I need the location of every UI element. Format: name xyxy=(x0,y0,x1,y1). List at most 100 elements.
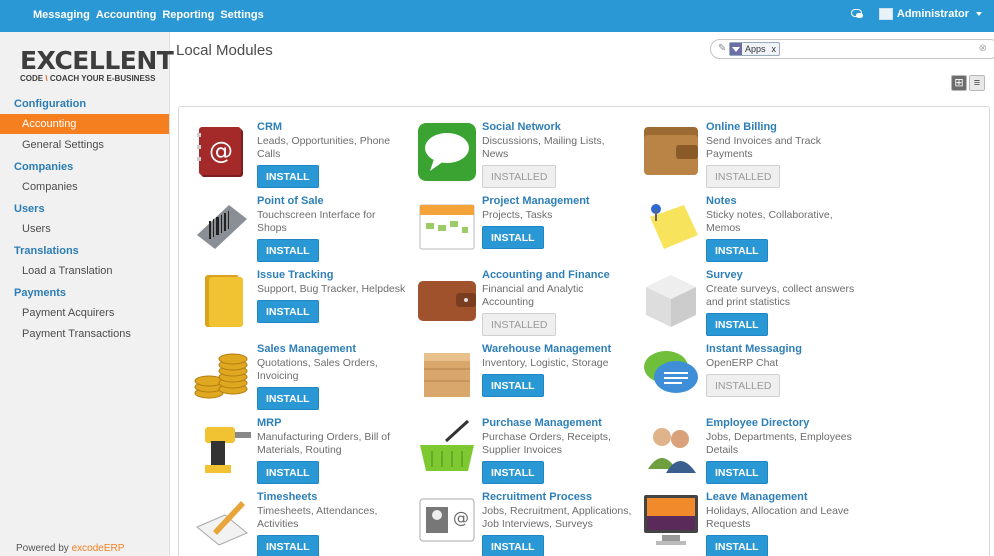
chat-icon[interactable] xyxy=(850,8,865,20)
section-users: Users xyxy=(14,203,45,215)
top-navbar: Messaging Accounting Reporting Settings … xyxy=(0,0,994,32)
installed-badge: INSTALLED xyxy=(482,165,557,188)
install-button[interactable]: INSTALL xyxy=(482,535,544,556)
clear-search-icon[interactable]: ⊗ xyxy=(979,43,987,54)
section-translations: Translations xyxy=(14,245,79,257)
sidebar-item-general-settings[interactable]: General Settings xyxy=(0,135,169,155)
module-name[interactable]: Timesheets xyxy=(257,491,317,503)
install-button[interactable]: INSTALL xyxy=(706,239,768,262)
facet-value: Apps xyxy=(745,44,766,54)
module-name[interactable]: Recruitment Process xyxy=(482,491,592,503)
wallet-icon xyxy=(640,121,702,183)
svg-text:@: @ xyxy=(453,508,469,527)
coins-icon xyxy=(191,343,253,405)
calendar-icon xyxy=(416,195,478,257)
module-card[interactable]: Notes Sticky notes, Collaborative, Memos I… xyxy=(640,195,860,265)
module-name[interactable]: Online Billing xyxy=(706,121,777,133)
module-card[interactable]: Employee Directory Jobs, Departments, Emp… xyxy=(640,417,860,487)
powered-by-link[interactable]: excodeERP xyxy=(72,543,125,554)
module-name[interactable]: MRP xyxy=(257,417,281,429)
module-name[interactable]: Issue Tracking xyxy=(257,269,333,281)
sidebar-item-accounting[interactable]: Accounting xyxy=(0,114,169,134)
module-description: Leads, Opportunities, Phone Calls xyxy=(257,135,391,160)
module-name[interactable]: Sales Management xyxy=(257,343,356,355)
sidebar-item-load-translation[interactable]: Load a Translation xyxy=(0,261,169,281)
logo-sub: CODE \ COACH YOUR E-BUSINESS xyxy=(20,74,156,83)
sidebar-nav: Configuration Accounting General Setting… xyxy=(0,92,169,345)
module-card[interactable]: Survey Create surveys, collect answers an… xyxy=(640,269,860,339)
module-card[interactable]: Point of Sale Touchscreen Interface for S… xyxy=(191,195,411,265)
list-view-icon[interactable]: ≡ xyxy=(969,75,985,91)
menu-messaging[interactable]: Messaging xyxy=(33,9,90,21)
search-options-icon[interactable]: ✎ xyxy=(718,44,726,54)
section-configuration: Configuration xyxy=(14,98,87,110)
install-button[interactable]: INSTALL xyxy=(257,461,319,484)
module-card[interactable]: Online Billing Send Invoices and Track Pa… xyxy=(640,121,860,191)
module-card[interactable]: Instant Messaging OpenERP Chat INSTALLED xyxy=(640,343,860,413)
module-name[interactable]: Accounting and Finance xyxy=(482,269,610,281)
module-description: Timesheets, Attendances, Activities xyxy=(257,505,378,530)
module-card[interactable]: Warehouse Management Inventory, Logistic,… xyxy=(416,343,636,413)
install-button[interactable]: INSTALL xyxy=(482,461,544,484)
module-name[interactable]: Instant Messaging xyxy=(706,343,802,355)
install-button[interactable]: INSTALL xyxy=(257,535,319,556)
chat-bubbles-icon xyxy=(640,343,702,405)
installed-badge: INSTALLED xyxy=(482,313,557,336)
user-name: Administrator xyxy=(896,8,969,20)
facet-remove[interactable]: x xyxy=(769,44,780,54)
module-description: OpenERP Chat xyxy=(706,357,779,369)
install-button[interactable]: INSTALL xyxy=(706,313,768,336)
module-card[interactable]: MRP Manufacturing Orders, Bill of Materia… xyxy=(191,417,411,487)
basket-icon xyxy=(416,417,478,479)
sidebar-item-companies[interactable]: Companies xyxy=(0,177,169,197)
module-name[interactable]: Point of Sale xyxy=(257,195,324,207)
module-card[interactable]: Leave Management Holidays, Allocation and… xyxy=(640,491,860,556)
module-card[interactable]: Issue Tracking Support, Bug Tracker, Help… xyxy=(191,269,411,339)
module-name[interactable]: Warehouse Management xyxy=(482,343,611,355)
people-icon xyxy=(640,417,702,479)
module-name[interactable]: Purchase Management xyxy=(482,417,602,429)
install-button[interactable]: INSTALL xyxy=(706,461,768,484)
folder-icon xyxy=(191,269,253,331)
module-name[interactable]: CRM xyxy=(257,121,282,133)
sidebar-item-payment-acquirers[interactable]: Payment Acquirers xyxy=(0,303,169,323)
module-description: Sticky notes, Collaborative, Memos xyxy=(706,209,833,234)
module-card[interactable]: Project Management Projects, Tasks INSTALL xyxy=(416,195,636,265)
kanban-view-icon[interactable]: ⊞ xyxy=(951,75,967,91)
install-button[interactable]: INSTALL xyxy=(482,226,544,249)
user-menu[interactable]: Administrator xyxy=(878,8,982,20)
pen-paper-icon xyxy=(191,491,253,553)
module-description: Touchscreen Interface for Shops xyxy=(257,209,376,234)
module-name[interactable]: Survey xyxy=(706,269,743,281)
module-name[interactable]: Project Management xyxy=(482,195,590,207)
module-card[interactable]: Timesheets Timesheets, Attendances, Activ… xyxy=(191,491,411,556)
install-button[interactable]: INSTALL xyxy=(482,374,544,397)
module-description: Support, Bug Tracker, Helpdesk xyxy=(257,283,406,295)
install-button[interactable]: INSTALL xyxy=(257,239,319,262)
module-description: Purchase Orders, Receipts, Supplier Invo… xyxy=(482,431,611,456)
top-menu: Messaging Accounting Reporting Settings xyxy=(33,9,270,21)
install-button[interactable]: INSTALL xyxy=(257,387,319,410)
module-card[interactable]: Accounting and Finance Financial and Anal… xyxy=(416,269,636,339)
module-card[interactable]: @ Recruitment Process Jobs, Recruitment, A… xyxy=(416,491,636,556)
install-button[interactable]: INSTALL xyxy=(257,165,319,188)
install-button[interactable]: INSTALL xyxy=(706,535,768,556)
module-name[interactable]: Notes xyxy=(706,195,737,207)
filter-icon xyxy=(730,43,742,55)
module-name[interactable]: Social Network xyxy=(482,121,561,133)
install-button[interactable]: INSTALL xyxy=(257,300,319,323)
id-card-icon: @ xyxy=(416,491,478,553)
module-card[interactable]: Purchase Management Purchase Orders, Rece… xyxy=(416,417,636,487)
module-card[interactable]: @ CRM Leads, Opportunities, Phone Calls INS… xyxy=(191,121,411,191)
module-card[interactable]: Sales Management Quotations, Sales Orders… xyxy=(191,343,411,413)
sidebar-item-users[interactable]: Users xyxy=(0,219,169,239)
module-card[interactable]: Social Network Discussions, Mailing Lists… xyxy=(416,121,636,191)
module-name[interactable]: Employee Directory xyxy=(706,417,809,429)
menu-settings[interactable]: Settings xyxy=(220,9,263,21)
search-input[interactable]: ✎ Apps x ⊗ xyxy=(710,39,994,59)
company-logo[interactable]: EXCELLENT CODE \ COACH YOUR E-BUSINESS xyxy=(20,46,174,86)
menu-accounting[interactable]: Accounting xyxy=(96,9,157,21)
module-name[interactable]: Leave Management xyxy=(706,491,807,503)
sidebar-item-payment-transactions[interactable]: Payment Transactions xyxy=(0,324,169,344)
menu-reporting[interactable]: Reporting xyxy=(162,9,214,21)
